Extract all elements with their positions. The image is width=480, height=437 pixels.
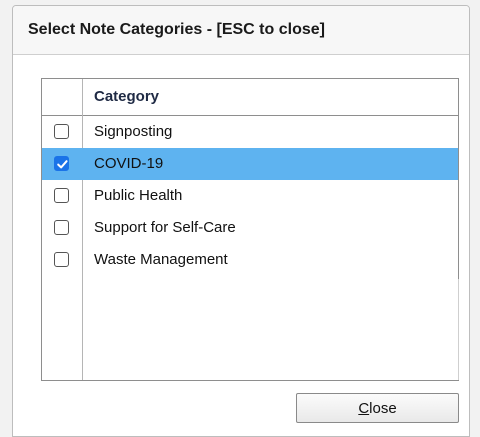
checkbox[interactable] — [54, 188, 69, 203]
category-row-support-for-self-care[interactable]: Support for Self-Care — [42, 212, 458, 244]
checkmark-icon — [57, 160, 68, 169]
header-category[interactable]: Category — [94, 88, 159, 105]
category-row-waste-management[interactable]: Waste Management — [42, 244, 458, 276]
dialog-title: Select Note Categories - [ESC to close] — [28, 21, 325, 38]
dialog-titlebar[interactable]: Select Note Categories - [ESC to close] — [13, 6, 469, 55]
close-button[interactable]: Close — [296, 393, 459, 423]
checkbox[interactable] — [54, 124, 69, 139]
checkbox[interactable] — [54, 220, 69, 235]
category-row-covid-19[interactable]: COVID-19 — [42, 148, 458, 180]
checkbox[interactable] — [54, 156, 69, 171]
category-rows: Signposting COVID-19 Public Health Suppo… — [42, 116, 458, 276]
grid-header: Category — [42, 79, 458, 116]
grid-right-divider — [458, 279, 459, 380]
checkbox[interactable] — [54, 252, 69, 267]
category-label: Signposting — [94, 123, 173, 140]
category-label: Public Health — [94, 187, 183, 204]
category-label: COVID-19 — [94, 155, 164, 172]
category-row-public-health[interactable]: Public Health — [42, 180, 458, 212]
header-checkbox-column[interactable] — [42, 79, 82, 115]
close-button-label: lose — [369, 400, 397, 417]
category-label: Support for Self-Care — [94, 219, 236, 236]
category-label: Waste Management — [94, 251, 228, 268]
select-note-categories-dialog: Select Note Categories - [ESC to close] … — [12, 5, 470, 437]
close-button-mnemonic: C — [358, 400, 370, 417]
category-grid: Category Signposting COVID-19 Public Hea… — [41, 78, 459, 381]
category-row-signposting[interactable]: Signposting — [42, 116, 458, 148]
